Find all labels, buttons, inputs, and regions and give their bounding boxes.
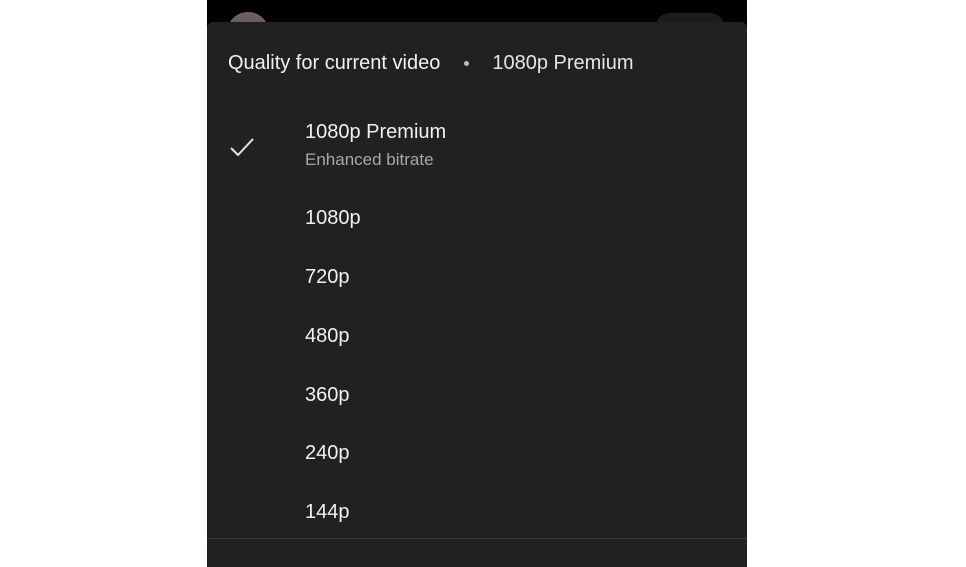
sheet-header: Quality for current video 1080p Premium bbox=[228, 49, 634, 77]
quality-bottom-sheet: Quality for current video 1080p Premium … bbox=[207, 22, 747, 567]
quality-option-144p[interactable]: 144p bbox=[207, 492, 747, 536]
option-label: 144p bbox=[305, 501, 350, 523]
option-label: 480p bbox=[305, 325, 350, 347]
option-sublabel: Enhanced bitrate bbox=[305, 150, 434, 169]
option-label: 1080p bbox=[305, 207, 361, 229]
option-label: 1080p Premium bbox=[305, 121, 447, 143]
quality-option-480p[interactable]: 480p bbox=[207, 316, 747, 360]
current-quality-value: 1080p Premium bbox=[492, 51, 634, 74]
option-label: 720p bbox=[305, 266, 350, 288]
quality-option-1080p-premium[interactable]: 1080p Premium Enhanced bitrate bbox=[207, 110, 747, 182]
separator-dot bbox=[464, 60, 470, 66]
quality-option-240p[interactable]: 240p bbox=[207, 433, 747, 477]
quality-option-1080p[interactable]: 1080p bbox=[207, 198, 747, 242]
phone-screen: Quality for current video 1080p Premium … bbox=[207, 0, 747, 567]
option-label: 360p bbox=[305, 384, 350, 406]
sheet-title: Quality for current video bbox=[228, 51, 441, 74]
divider bbox=[207, 538, 747, 539]
option-label: 240p bbox=[305, 442, 350, 464]
check-icon bbox=[230, 138, 254, 157]
quality-option-720p[interactable]: 720p bbox=[207, 257, 747, 301]
top-app-bar bbox=[207, 0, 747, 54]
quality-option-360p[interactable]: 360p bbox=[207, 375, 747, 419]
